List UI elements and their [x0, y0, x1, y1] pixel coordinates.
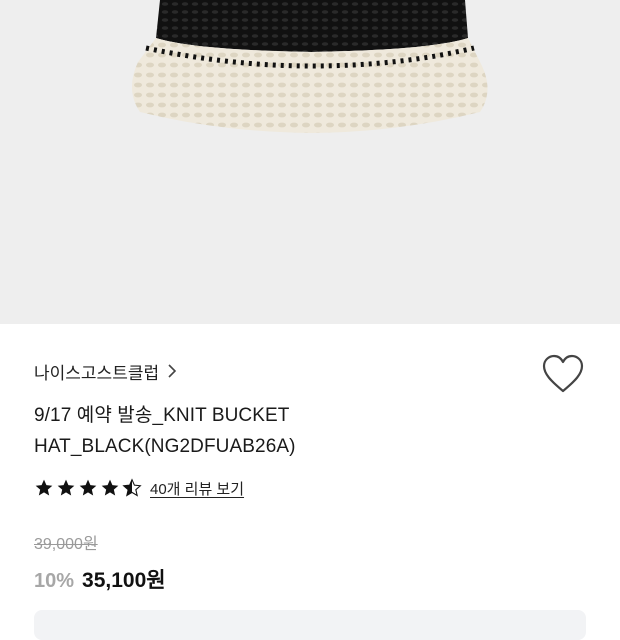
- product-title: 9/17 예약 발송_KNIT BUCKET HAT_BLACK(NG2DFUA…: [34, 400, 454, 462]
- star-icon: [79, 479, 97, 496]
- price-row: 10% 35,100원: [34, 564, 166, 594]
- brand-name: 나이스고스트클럽: [34, 363, 160, 383]
- product-image[interactable]: [0, 0, 620, 324]
- star-icon: [57, 479, 75, 496]
- discount-rate: 10%: [34, 570, 75, 592]
- knit-bucket-hat-image: [131, 0, 488, 133]
- star-rating: [34, 478, 142, 498]
- product-title-line2: HAT_BLACK(NG2DFUAB26A): [34, 436, 296, 457]
- product-info: 나이스고스트클럽 9/17 예약 발송_KNIT BUCKET HAT_BLAC…: [0, 324, 620, 640]
- chevron-right-icon: [168, 364, 177, 378]
- brand-link[interactable]: 나이스고스트클럽: [34, 358, 177, 384]
- product-title-line1: 9/17 예약 발송_KNIT BUCKET: [34, 405, 290, 426]
- review-link[interactable]: 40개 리뷰 보기: [150, 478, 244, 499]
- original-price: 39,000원: [34, 536, 98, 553]
- half-star-icon: [122, 478, 142, 497]
- star-icon: [101, 479, 119, 496]
- heart-icon[interactable]: [541, 354, 585, 394]
- coupon-banner[interactable]: [34, 610, 586, 640]
- star-icon: [35, 479, 53, 496]
- sale-price: 35,100원: [82, 569, 166, 592]
- rating-row: 40개 리뷰 보기: [34, 476, 244, 500]
